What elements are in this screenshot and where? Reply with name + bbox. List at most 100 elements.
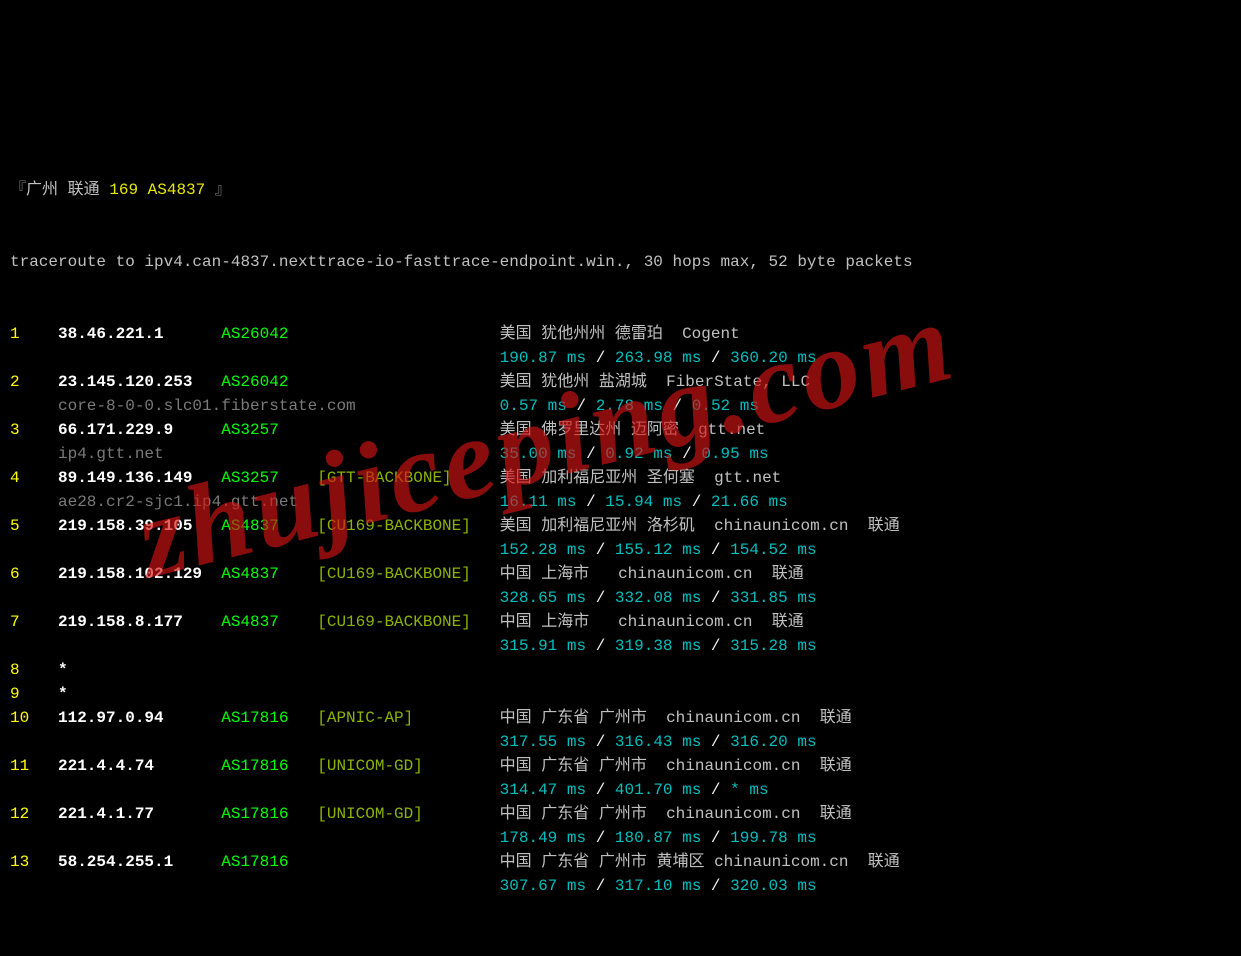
latency-value: 315.91 ms xyxy=(500,637,586,655)
hop-subrow: 328.65 ms / 332.08 ms / 331.85 ms xyxy=(10,586,1231,610)
hop-row: 138.46.221.1AS26042美国 犹他州州 德雷珀 Cogent xyxy=(10,322,1231,346)
hop-location: 中国 广东省 广州市 chinaunicom.cn 联通 xyxy=(500,802,852,826)
latency-value: 401.70 ms xyxy=(615,781,701,799)
hop-net-tag: [CU169-BACKBONE] xyxy=(317,514,499,538)
hop-ip: 221.4.4.74 xyxy=(58,754,221,778)
latency-value: 314.47 ms xyxy=(500,781,586,799)
hop-net-tag: [CU169-BACKBONE] xyxy=(317,562,499,586)
hop-row: 366.171.229.9AS3257美国 佛罗里达州 迈阿密 gtt.net xyxy=(10,418,1231,442)
hop-asn: AS17816 xyxy=(221,802,317,826)
hop-subrow: ae28.cr2-sjc1.ip4.gtt.net16.11 ms / 15.9… xyxy=(10,490,1231,514)
hop-subrow: ip4.gtt.net35.00 ms / 0.92 ms / 0.95 ms xyxy=(10,442,1231,466)
hop-latencies: 317.55 ms / 316.43 ms / 316.20 ms xyxy=(500,733,817,751)
header-as-info: 169 AS4837 xyxy=(109,181,205,199)
hop-asn: AS17816 xyxy=(221,850,317,874)
hop-subrow-left: core-8-0-0.slc01.fiberstate.com xyxy=(10,394,500,418)
latency-value: 331.85 ms xyxy=(730,589,816,607)
latency-separator: / xyxy=(586,733,615,751)
hop-subrow-left: ae28.cr2-sjc1.ip4.gtt.net xyxy=(10,490,500,514)
hop-ip: 219.158.8.177 xyxy=(58,610,221,634)
hop-location: 中国 上海市 chinaunicom.cn 联通 xyxy=(500,562,804,586)
hop-asn: AS4837 xyxy=(221,610,317,634)
latency-value: 16.11 ms xyxy=(500,493,577,511)
latency-value: * ms xyxy=(730,781,768,799)
hop-location: 中国 广东省 广州市 chinaunicom.cn 联通 xyxy=(500,706,852,730)
hop-asn: AS4837 xyxy=(221,562,317,586)
hop-latencies: 0.57 ms / 2.78 ms / 0.52 ms xyxy=(500,397,759,415)
hop-number: 9 xyxy=(10,682,58,706)
hop-row: 7219.158.8.177AS4837[CU169-BACKBONE]中国 上… xyxy=(10,610,1231,634)
latency-value: 15.94 ms xyxy=(605,493,682,511)
hop-ip: * xyxy=(58,682,221,706)
latency-value: 152.28 ms xyxy=(500,541,586,559)
hop-number: 2 xyxy=(10,370,58,394)
latency-value: 2.78 ms xyxy=(596,397,663,415)
latency-value: 307.67 ms xyxy=(500,877,586,895)
latency-value: 317.55 ms xyxy=(500,733,586,751)
latency-separator: / xyxy=(701,781,730,799)
hop-location: 美国 加利福尼亚州 洛杉矶 chinaunicom.cn 联通 xyxy=(500,514,900,538)
terminal-output: zhujiceping.com { "watermark": "zhujicep… xyxy=(0,0,1241,956)
hop-latencies: 315.91 ms / 319.38 ms / 315.28 ms xyxy=(500,637,817,655)
hop-number: 3 xyxy=(10,418,58,442)
latency-value: 0.95 ms xyxy=(701,445,768,463)
latency-separator: / xyxy=(663,397,692,415)
latency-separator: / xyxy=(673,445,702,463)
latency-value: 154.52 ms xyxy=(730,541,816,559)
latency-value: 360.20 ms xyxy=(730,349,816,367)
hop-subrow: core-8-0-0.slc01.fiberstate.com0.57 ms /… xyxy=(10,394,1231,418)
latency-value: 0.57 ms xyxy=(500,397,567,415)
latency-separator: / xyxy=(701,733,730,751)
hop-subrow: 315.91 ms / 319.38 ms / 315.28 ms xyxy=(10,634,1231,658)
hop-net-tag: [UNICOM-GD] xyxy=(317,754,499,778)
latency-value: 21.66 ms xyxy=(711,493,788,511)
hop-row: 10112.97.0.94AS17816[APNIC-AP]中国 广东省 广州市… xyxy=(10,706,1231,730)
hop-location: 美国 犹他州 盐湖城 FiberState, LLC xyxy=(500,370,810,394)
hop-number: 7 xyxy=(10,610,58,634)
latency-value: 320.03 ms xyxy=(730,877,816,895)
hop-row: 8* xyxy=(10,658,1231,682)
header-city-isp: 广州 联通 xyxy=(26,181,100,199)
hop-ip: 219.158.39.105 xyxy=(58,514,221,538)
hop-asn: AS17816 xyxy=(221,706,317,730)
latency-separator: / xyxy=(586,589,615,607)
latency-value: 317.10 ms xyxy=(615,877,701,895)
hop-subrow: 178.49 ms / 180.87 ms / 199.78 ms xyxy=(10,826,1231,850)
hop-number: 11 xyxy=(10,754,58,778)
hops-list: 138.46.221.1AS26042美国 犹他州州 德雷珀 Cogent190… xyxy=(10,322,1231,898)
latency-separator: / xyxy=(586,877,615,895)
hop-ip: 38.46.221.1 xyxy=(58,322,221,346)
hop-net-tag: [GTT-BACKBONE] xyxy=(317,466,499,490)
latency-value: 35.00 ms xyxy=(500,445,577,463)
hop-row: 223.145.120.253AS26042美国 犹他州 盐湖城 FiberSt… xyxy=(10,370,1231,394)
hop-ip: 89.149.136.149 xyxy=(58,466,221,490)
latency-value: 0.92 ms xyxy=(605,445,672,463)
hop-subrow: 317.55 ms / 316.43 ms / 316.20 ms xyxy=(10,730,1231,754)
latency-separator: / xyxy=(701,877,730,895)
hop-asn: AS26042 xyxy=(221,322,317,346)
hop-latencies: 35.00 ms / 0.92 ms / 0.95 ms xyxy=(500,445,769,463)
hop-latencies: 328.65 ms / 332.08 ms / 331.85 ms xyxy=(500,589,817,607)
latency-value: 180.87 ms xyxy=(615,829,701,847)
latency-separator: / xyxy=(586,349,615,367)
hop-net-tag: [APNIC-AP] xyxy=(317,706,499,730)
latency-value: 332.08 ms xyxy=(615,589,701,607)
hop-subrow-left: ip4.gtt.net xyxy=(10,442,500,466)
hop-net-tag: [CU169-BACKBONE] xyxy=(317,610,499,634)
hop-latencies: 152.28 ms / 155.12 ms / 154.52 ms xyxy=(500,541,817,559)
hop-number: 8 xyxy=(10,658,58,682)
hop-subrow: 152.28 ms / 155.12 ms / 154.52 ms xyxy=(10,538,1231,562)
hop-ip: 58.254.255.1 xyxy=(58,850,221,874)
latency-value: 319.38 ms xyxy=(615,637,701,655)
hop-net-tag: [UNICOM-GD] xyxy=(317,802,499,826)
traceroute-command: traceroute to ipv4.can-4837.nexttrace-io… xyxy=(10,250,1231,274)
hop-subrow: 190.87 ms / 263.98 ms / 360.20 ms xyxy=(10,346,1231,370)
hop-number: 1 xyxy=(10,322,58,346)
hop-number: 13 xyxy=(10,850,58,874)
latency-value: 328.65 ms xyxy=(500,589,586,607)
hop-location: 中国 上海市 chinaunicom.cn 联通 xyxy=(500,610,804,634)
hop-asn: AS3257 xyxy=(221,418,317,442)
hop-row: 1358.254.255.1AS17816中国 广东省 广州市 黄埔区 chin… xyxy=(10,850,1231,874)
latency-separator: / xyxy=(567,397,596,415)
latency-value: 155.12 ms xyxy=(615,541,701,559)
